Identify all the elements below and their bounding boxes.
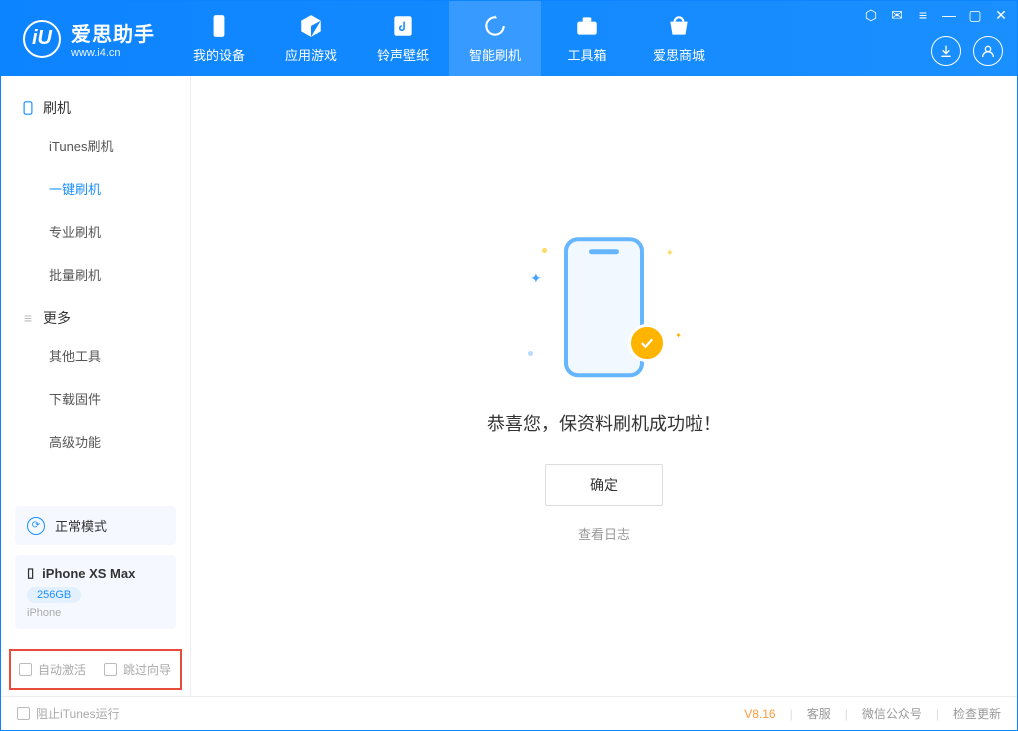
- minimize-button[interactable]: ―: [941, 7, 957, 23]
- separator: |: [845, 707, 848, 721]
- version-label: V8.16: [744, 707, 775, 721]
- device-name-row: ▯ iPhone XS Max: [27, 565, 164, 581]
- sidebar-group-more: ≡ 更多: [1, 296, 190, 334]
- music-icon: [390, 13, 416, 39]
- app-title: 爱思助手: [71, 18, 155, 47]
- nav-flash[interactable]: 智能刷机: [449, 1, 541, 76]
- checkbox-label: 跳过向导: [123, 661, 171, 678]
- body: 刷机 iTunes刷机 一键刷机 专业刷机 批量刷机 ≡ 更多 其他工具 下载固…: [1, 76, 1017, 696]
- logo-text: 爱思助手 www.i4.cn: [71, 18, 155, 59]
- sparkle-icon: ✦: [675, 331, 682, 340]
- check-badge-icon: [628, 324, 666, 362]
- checkbox-block-itunes[interactable]: 阻止iTunes运行: [17, 705, 120, 722]
- sidebar-item-batch-flash[interactable]: 批量刷机: [1, 253, 190, 296]
- checkbox-auto-activate[interactable]: 自动激活: [19, 661, 86, 678]
- nav-my-device[interactable]: 我的设备: [173, 1, 265, 76]
- titlebar-controls: ⬡ ✉ ≡ ― ▢ ✕: [863, 7, 1009, 23]
- device-mode-card[interactable]: ⟳ 正常模式: [15, 506, 176, 545]
- app-logo-icon: iU: [23, 20, 61, 58]
- footer: 阻止iTunes运行 V8.16 | 客服 | 微信公众号 | 检查更新: [1, 696, 1017, 730]
- device-storage-badge: 256GB: [27, 587, 81, 603]
- phone-icon: [21, 101, 35, 115]
- logo-area: iU 爱思助手 www.i4.cn: [1, 18, 173, 59]
- options-row-highlighted: 自动激活 跳过向导: [9, 649, 182, 690]
- download-button[interactable]: [931, 36, 961, 66]
- success-message: 恭喜您，保资料刷机成功啦！: [487, 410, 721, 436]
- nav-label: 应用游戏: [285, 45, 337, 64]
- device-type: iPhone: [27, 607, 164, 619]
- footer-left: 阻止iTunes运行: [17, 705, 120, 722]
- device-block: ⟳ 正常模式 ▯ iPhone XS Max 256GB iPhone: [1, 506, 190, 641]
- user-button[interactable]: [973, 36, 1003, 66]
- feedback-icon[interactable]: ✉: [889, 7, 905, 23]
- nav-label: 我的设备: [193, 45, 245, 64]
- device-mode-label: 正常模式: [55, 516, 107, 535]
- menu-icon[interactable]: ≡: [915, 7, 931, 23]
- sidebar-scroll: 刷机 iTunes刷机 一键刷机 专业刷机 批量刷机 ≡ 更多 其他工具 下载固…: [1, 76, 190, 506]
- sparkle-icon: ✦: [530, 270, 542, 287]
- sidebar-item-advanced[interactable]: 高级功能: [1, 420, 190, 463]
- sidebar-item-oneclick-flash[interactable]: 一键刷机: [1, 167, 190, 210]
- main-nav: 我的设备 应用游戏 铃声壁纸 智能刷机 工具箱 爱思商城: [173, 1, 725, 76]
- nav-apps[interactable]: 应用游戏: [265, 1, 357, 76]
- sidebar: 刷机 iTunes刷机 一键刷机 专业刷机 批量刷机 ≡ 更多 其他工具 下载固…: [1, 76, 191, 696]
- nav-label: 爱思商城: [653, 45, 705, 64]
- cube-icon: [298, 13, 324, 39]
- device-icon: ▯: [27, 565, 34, 581]
- nav-ringtones[interactable]: 铃声壁纸: [357, 1, 449, 76]
- sidebar-items-more: 其他工具 下载固件 高级功能: [1, 334, 190, 463]
- ok-button[interactable]: 确定: [545, 464, 663, 506]
- device-name: iPhone XS Max: [42, 566, 135, 581]
- device-info-card[interactable]: ▯ iPhone XS Max 256GB iPhone: [15, 555, 176, 629]
- checkbox-icon: [17, 707, 30, 720]
- close-button[interactable]: ✕: [993, 7, 1009, 23]
- device-icon: [206, 13, 232, 39]
- nav-store[interactable]: 爱思商城: [633, 1, 725, 76]
- sidebar-item-itunes-flash[interactable]: iTunes刷机: [1, 124, 190, 167]
- footer-link-support[interactable]: 客服: [807, 705, 831, 722]
- decoration-dot: [528, 351, 533, 356]
- footer-right: V8.16 | 客服 | 微信公众号 | 检查更新: [744, 705, 1001, 722]
- sidebar-item-download-firmware[interactable]: 下载固件: [1, 377, 190, 420]
- nav-label: 铃声壁纸: [377, 45, 429, 64]
- list-icon: ≡: [21, 311, 35, 325]
- checkbox-skip-guide[interactable]: 跳过向导: [104, 661, 171, 678]
- app-window: iU 爱思助手 www.i4.cn 我的设备 应用游戏 铃声壁纸 智能刷机: [0, 0, 1018, 731]
- sidebar-item-pro-flash[interactable]: 专业刷机: [1, 210, 190, 253]
- footer-link-update[interactable]: 检查更新: [953, 705, 1001, 722]
- sidebar-item-other-tools[interactable]: 其他工具: [1, 334, 190, 377]
- sidebar-group-flash: 刷机: [1, 86, 190, 124]
- separator: |: [936, 707, 939, 721]
- maximize-button[interactable]: ▢: [967, 7, 983, 23]
- decoration-dot: [542, 248, 547, 253]
- footer-link-wechat[interactable]: 微信公众号: [862, 705, 922, 722]
- main-content: ✦ ✦ ✦ 恭喜您，保资料刷机成功啦！ 确定 查看日志: [191, 76, 1017, 696]
- nav-label: 工具箱: [567, 45, 606, 64]
- header: iU 爱思助手 www.i4.cn 我的设备 应用游戏 铃声壁纸 智能刷机: [1, 1, 1017, 76]
- checkbox-icon: [19, 663, 32, 676]
- header-right: [931, 36, 1003, 66]
- sparkle-icon: ✦: [666, 248, 674, 259]
- group-title: 更多: [43, 308, 71, 328]
- mode-icon: ⟳: [27, 517, 45, 535]
- toolbox-icon: [574, 13, 600, 39]
- success-illustration: ✦ ✦ ✦: [524, 230, 684, 390]
- nav-toolbox[interactable]: 工具箱: [541, 1, 633, 76]
- checkbox-icon: [104, 663, 117, 676]
- view-log-link[interactable]: 查看日志: [578, 524, 630, 543]
- nav-label: 智能刷机: [469, 45, 521, 64]
- refresh-icon: [482, 13, 508, 39]
- group-title: 刷机: [43, 98, 71, 118]
- shirt-icon[interactable]: ⬡: [863, 7, 879, 23]
- separator: |: [790, 707, 793, 721]
- sidebar-items-flash: iTunes刷机 一键刷机 专业刷机 批量刷机: [1, 124, 190, 296]
- checkbox-label: 阻止iTunes运行: [36, 705, 120, 722]
- store-icon: [666, 13, 692, 39]
- app-subtitle: www.i4.cn: [71, 47, 155, 59]
- checkbox-label: 自动激活: [38, 661, 86, 678]
